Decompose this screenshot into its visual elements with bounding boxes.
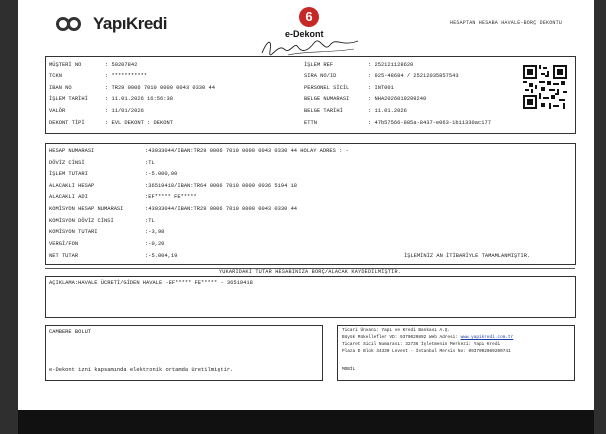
detail-row: VERGİ/FON:-0,20 [49, 241, 165, 247]
info-row: TCKN: *********** [49, 73, 148, 79]
bank-seal-icon: 6 [299, 7, 319, 27]
info-row: DEKONT TİPİ: EVL DEKONT : DEKONT [49, 120, 173, 126]
doc-title: HESAPTAN HESABA HAVALE-BORÇ DEKONTU [450, 20, 563, 26]
detail-row: ALACAKLI ADI:EF***** FE***** [49, 194, 197, 200]
logo-mark-icon [56, 17, 90, 31]
bank-address-info: Plaza D Blok 34330 Levent - İstanbul Mer… [342, 349, 511, 354]
info-row: IBAN NO: TR29 0006 7010 0000 0043 0330 4… [49, 85, 215, 91]
bank-legal-name: Ticari Ünvanı: Yapı ve Kredi Bankası A.Ş… [342, 328, 451, 333]
bank-logo: YapıKredi [56, 14, 167, 34]
bank-website-link[interactable]: www.yapikredi.com.tr [461, 335, 514, 340]
bank-tax-info: Büyük Mükellefler VD: 9370020892 Web Adr… [342, 335, 514, 340]
detail-row: KOMİSYON DÖVİZ CİNSİ:TL [49, 218, 155, 224]
debit-banner: YUKARIDAKİ TUTAR HESABINIZA BORÇ/ALACAK … [218, 269, 402, 275]
info-row: ETTN: 47b57566-885a-8437-e063-1b11330ac1… [304, 120, 491, 126]
viewer-background [18, 410, 594, 434]
info-row: İŞLEM TARİHİ: 11.01.2026 16:56:38 [49, 96, 173, 102]
info-row: İŞLEM REF: 252121128620 [304, 62, 414, 68]
detail-row: KOMİSYON TUTARI:-3,98 [49, 229, 165, 235]
detail-row: ALACAKLI HESAP:36519418/IBAN:TR64 0006 7… [49, 183, 298, 189]
detail-row: İŞLEM TUTARI:-5.000,00 [49, 171, 178, 177]
channel-label: MOBİL [342, 367, 356, 372]
detail-row: HESAP NUMARASI:43033044/IBAN:TR29 0006 7… [49, 148, 349, 154]
e-dekont-note: e-Dekont izni kapsamında elektronik orta… [49, 367, 234, 373]
bank-registry-info: Ticaret Sicil Numarası: 32736 İşletmenin… [342, 342, 501, 347]
info-row: SIRA NO/ID: 925-48684 / 25212035857543 [304, 73, 459, 79]
info-row: MÜŞTERİ NO: 59207842 [49, 62, 138, 68]
footer-left-title: CAMBERE BOLUT [49, 329, 92, 335]
detail-row: KOMİSYON HESAP NUMARASI:43033044/IBAN:TR… [49, 206, 298, 212]
bank-name: YapıKredi [93, 14, 167, 33]
info-row: BELGE NUMARASI: NHA2026019299240 [304, 96, 427, 102]
info-row: VALÖR: 11/01/2026 [49, 108, 144, 114]
description-text: AÇIKLAMA:HAVALE ÜCRETİ/GİDEN HAVALE -EF*… [49, 280, 253, 286]
completion-note: İŞLEMİNİZ AN İTİBARİYLE TAMAMLANMIŞTIR. [404, 253, 531, 259]
info-row: PERSONEL SİCİL: INT001 [304, 85, 394, 91]
qr-code [523, 65, 567, 109]
detail-row: DÖVİZ CİNSİ:TL [49, 160, 155, 166]
detail-row: NET TUTAR:-5.004,19 [49, 253, 178, 259]
info-row: BELGE TARİHİ: 11.01.2026 [304, 108, 407, 114]
